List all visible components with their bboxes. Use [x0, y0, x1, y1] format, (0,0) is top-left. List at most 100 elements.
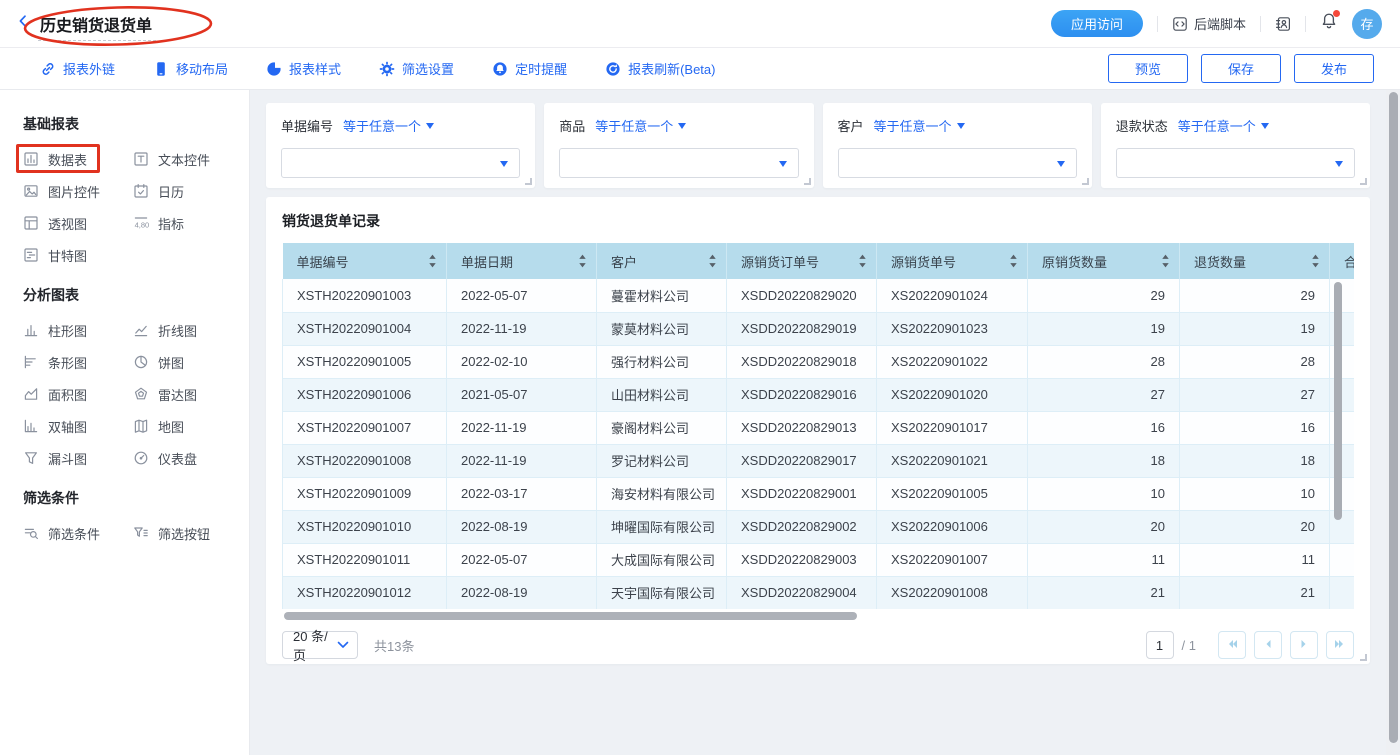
page-size-select[interactable]: 20 条/页 — [282, 631, 358, 659]
column-header-7[interactable]: 退货数量 — [1180, 243, 1330, 279]
next-page-button[interactable] — [1290, 631, 1318, 659]
column-header-2[interactable]: 单据日期 — [447, 243, 597, 279]
sidebar-item-funnel-chart[interactable]: 漏斗图 — [23, 442, 133, 474]
sidebar-section-title: 基础报表 — [23, 114, 249, 134]
report-table-card[interactable]: 销货退货单记录 单据编号单据日期客户源销货订单号源销货单号原销货数量退货数量合计… — [266, 197, 1370, 664]
sidebar-item-pivot-table[interactable]: 透视图 — [23, 207, 133, 239]
column-header-1[interactable]: 单据编号 — [283, 243, 447, 279]
current-page-input[interactable]: 1 — [1146, 631, 1174, 659]
sidebar-item-calendar[interactable]: 日历 — [133, 175, 243, 207]
sort-icon[interactable] — [708, 254, 717, 268]
filter-card-doc-number[interactable]: 单据编号等于任意一个 — [266, 103, 535, 188]
gantt-icon — [23, 247, 40, 264]
filter-select-doc-number[interactable] — [281, 148, 520, 178]
sidebar-item-radar-chart[interactable]: 雷达图 — [133, 378, 243, 410]
table-row[interactable]: XSTH202209010042022-11-19蒙莫材料公司XSDD20220… — [283, 312, 1355, 345]
column-header-4[interactable]: 源销货订单号 — [727, 243, 877, 279]
sidebar-item-filter-button[interactable]: 筛选按钮 — [133, 517, 243, 549]
sidebar-item-gauge[interactable]: 仪表盘 — [133, 442, 243, 474]
last-page-button[interactable] — [1326, 631, 1354, 659]
app-access-button[interactable]: 应用访问 — [1051, 10, 1143, 37]
resize-handle[interactable] — [525, 178, 532, 185]
sidebar-item-filter-condition[interactable]: 筛选条件 — [23, 517, 133, 549]
sort-icon[interactable] — [858, 254, 867, 268]
table-vertical-scrollbar[interactable] — [1334, 282, 1342, 520]
table-row[interactable]: XSTH202209010072022-11-19豪阁材料公司XSDD20220… — [283, 411, 1355, 444]
filter-row: 单据编号等于任意一个商品等于任意一个客户等于任意一个退款状态等于任意一个 — [266, 103, 1370, 188]
back-button[interactable] — [12, 13, 34, 35]
table-cell: 27 — [1180, 378, 1330, 411]
toolbar-item-mobile-layout[interactable]: 移动布局 — [153, 59, 228, 78]
sort-icon[interactable] — [428, 254, 437, 268]
table-row[interactable]: XSTH202209010032022-05-07蔓霍材料公司XSDD20220… — [283, 279, 1355, 312]
sort-icon[interactable] — [578, 254, 587, 268]
table-cell: 29 — [1028, 279, 1180, 312]
backend-script-button[interactable]: 后端脚本 — [1172, 14, 1246, 33]
table-cell: 18 — [1028, 444, 1180, 477]
table-row[interactable]: XSTH202209010052022-02-10强行材料公司XSDD20220… — [283, 345, 1355, 378]
sidebar-item-text-widget[interactable]: 文本控件 — [133, 143, 243, 175]
table-horizontal-scrollbar[interactable] — [284, 612, 857, 620]
table-row[interactable]: XSTH202209010062021-05-07山田材料公司XSDD20220… — [283, 378, 1355, 411]
sidebar-item-column-chart[interactable]: 柱形图 — [23, 314, 133, 346]
filter-card-refund-status[interactable]: 退款状态等于任意一个 — [1101, 103, 1370, 188]
save-button[interactable]: 保存 — [1201, 54, 1281, 83]
sidebar-item-indicator[interactable]: 4,80指标 — [133, 207, 243, 239]
toolbar-item-filter-settings[interactable]: 筛选设置 — [379, 59, 454, 78]
caret-down-icon — [779, 161, 787, 167]
table-row[interactable]: XSTH202209010092022-03-17海安材料有限公司XSDD202… — [283, 477, 1355, 510]
column-header-6[interactable]: 原销货数量 — [1028, 243, 1180, 279]
resize-handle[interactable] — [1082, 178, 1089, 185]
table-row[interactable]: XSTH202209010122022-08-19天宇国际有限公司XSDD202… — [283, 576, 1355, 609]
filter-card-customer[interactable]: 客户等于任意一个 — [823, 103, 1092, 188]
sidebar-item-area-chart[interactable]: 面积图 — [23, 378, 133, 410]
toolbar-item-report-refresh[interactable]: 报表刷新(Beta) — [605, 59, 715, 78]
table-cell: 28 — [1180, 345, 1330, 378]
sidebar-item-map[interactable]: 地图 — [133, 410, 243, 442]
sort-icon[interactable] — [1009, 254, 1018, 268]
preview-button[interactable]: 预览 — [1108, 54, 1188, 83]
sidebar-item-gantt[interactable]: 甘特图 — [23, 239, 133, 271]
sidebar-item-bar-chart[interactable]: 条形图 — [23, 346, 133, 378]
table-row[interactable]: XSTH202209010112022-05-07大成国际有限公司XSDD202… — [283, 543, 1355, 576]
prev-page-button[interactable] — [1254, 631, 1282, 659]
sidebar-item-pie-chart[interactable]: 饼图 — [133, 346, 243, 378]
filter-condition-selector[interactable]: 等于任意一个 — [1178, 116, 1269, 135]
column-header-3[interactable]: 客户 — [597, 243, 727, 279]
toolbar-item-report-link[interactable]: 报表外链 — [40, 59, 115, 78]
filter-condition-selector[interactable]: 等于任意一个 — [874, 116, 965, 135]
table-scroll-area: 单据编号单据日期客户源销货订单号源销货单号原销货数量退货数量合计XSTH2022… — [282, 243, 1354, 609]
pivot-icon — [23, 215, 40, 232]
filter-card-product[interactable]: 商品等于任意一个 — [544, 103, 813, 188]
contacts-icon[interactable] — [1275, 16, 1291, 32]
sidebar-item-line-chart[interactable]: 折线图 — [133, 314, 243, 346]
sidebar-item-image-widget[interactable]: 图片控件 — [23, 175, 133, 207]
sort-icon[interactable] — [1311, 254, 1320, 268]
avatar[interactable]: 存 — [1352, 9, 1382, 39]
resize-handle[interactable] — [804, 178, 811, 185]
sidebar-item-dual-axis[interactable]: 双轴图 — [23, 410, 133, 442]
resize-handle[interactable] — [1360, 178, 1367, 185]
filter-condition-selector[interactable]: 等于任意一个 — [343, 116, 434, 135]
resize-handle[interactable] — [1360, 654, 1367, 661]
notification-bell-button[interactable] — [1320, 12, 1338, 35]
table-row[interactable]: XSTH202209010102022-08-19坤曜国际有限公司XSDD202… — [283, 510, 1355, 543]
sidebar-item-label: 仪表盘 — [158, 449, 197, 468]
filter-select-refund-status[interactable] — [1116, 148, 1355, 178]
sort-icon[interactable] — [1161, 254, 1170, 268]
table-cell: XSTH20220901009 — [283, 477, 447, 510]
filter-select-product[interactable] — [559, 148, 798, 178]
sidebar-item-data-table[interactable]: 数据表 — [23, 143, 133, 175]
first-page-button[interactable] — [1218, 631, 1246, 659]
sidebar-item-label: 指标 — [158, 214, 184, 233]
filter-select-customer[interactable] — [838, 148, 1077, 178]
column-header-8[interactable]: 合计 — [1330, 243, 1355, 279]
column-header-5[interactable]: 源销货单号 — [877, 243, 1028, 279]
toolbar-item-report-style[interactable]: 报表样式 — [266, 59, 341, 78]
toolbar-item-scheduled-reminder[interactable]: 定时提醒 — [492, 59, 567, 78]
page-title[interactable]: 历史销货退货单 — [38, 15, 156, 41]
filter-condition-selector[interactable]: 等于任意一个 — [595, 116, 686, 135]
page-scrollbar[interactable] — [1389, 92, 1398, 743]
publish-button[interactable]: 发布 — [1294, 54, 1374, 83]
table-row[interactable]: XSTH202209010082022-11-19罗记材料公司XSDD20220… — [283, 444, 1355, 477]
